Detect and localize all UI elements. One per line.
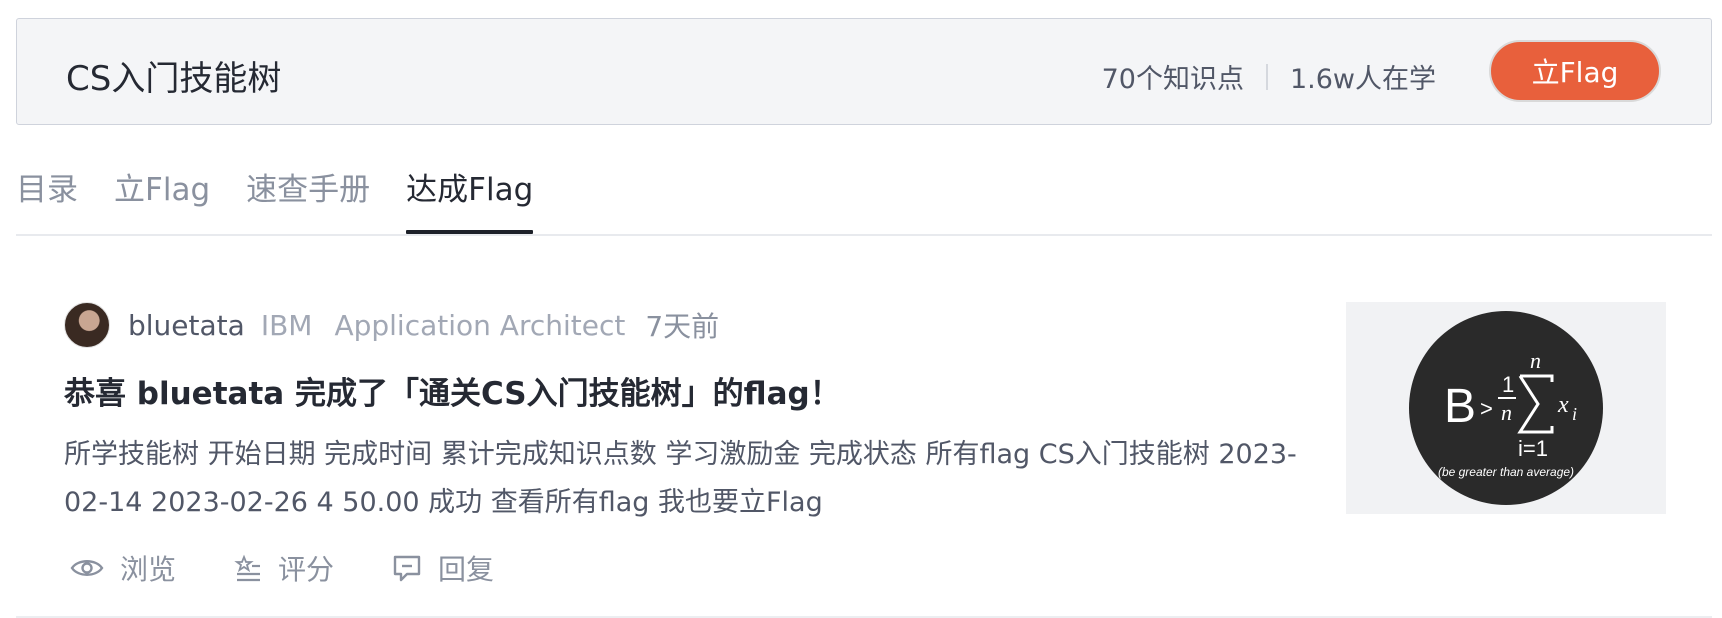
- learners-count: 1.6w人在学: [1289, 64, 1436, 95]
- view-action[interactable]: 浏览: [70, 548, 176, 588]
- reply-label: 回复: [438, 553, 495, 586]
- thumb-main-letter: B: [1444, 380, 1476, 433]
- thumb-gt: >: [1480, 396, 1493, 421]
- rate-label: 评分: [278, 553, 335, 586]
- thumb-frac-den: n: [1501, 400, 1512, 425]
- user-company: IBM: [260, 308, 313, 342]
- user-position: Application Architect: [334, 308, 626, 342]
- eye-icon: [70, 560, 104, 576]
- thumb-sum-top: n: [1530, 348, 1541, 373]
- thumbnail-image: B > 1 n n i=1 x i (be greater than avera…: [1409, 311, 1603, 505]
- tab-cheatsheet[interactable]: 速查手册: [246, 160, 370, 234]
- comment-icon: [393, 555, 421, 582]
- rating-icon: [234, 554, 261, 582]
- page-title: CS入门技能树: [66, 59, 282, 99]
- tab-bar: 目录 立Flag 速查手册 达成Flag: [16, 160, 569, 234]
- view-label: 浏览: [120, 553, 177, 586]
- thumb-frac-num: 1: [1502, 372, 1514, 397]
- header-stats: 70个知识点 1.6w人在学: [1102, 57, 1436, 96]
- stats-divider: [1265, 63, 1268, 90]
- thumb-sum-bottom: i=1: [1518, 436, 1548, 461]
- set-flag-button[interactable]: 立Flag: [1489, 40, 1661, 102]
- tab-set-flag[interactable]: 立Flag: [114, 160, 210, 234]
- post-actions: 浏览 评分 回复: [70, 548, 552, 588]
- post-thumbnail[interactable]: B > 1 n n i=1 x i (be greater than avera…: [1346, 302, 1666, 514]
- thumb-sub: i: [1572, 404, 1577, 424]
- tabs-divider: [16, 234, 1712, 236]
- tab-achieved-flag[interactable]: 达成Flag: [406, 160, 534, 234]
- tab-catalog[interactable]: 目录: [16, 160, 78, 234]
- rate-action[interactable]: 评分: [234, 548, 334, 588]
- post-body[interactable]: 所学技能树 开始日期 完成时间 累计完成知识点数 学习激励金 完成状态 所有fl…: [64, 431, 1304, 527]
- username[interactable]: bluetata: [128, 309, 245, 342]
- thumb-var: x: [1557, 392, 1569, 418]
- post-time: 7天前: [645, 310, 720, 343]
- avatar[interactable]: [64, 302, 110, 348]
- thumb-caption: (be greater than average): [1438, 465, 1574, 479]
- knowledge-points-count: 70个知识点: [1101, 64, 1244, 95]
- reply-action[interactable]: 回复: [392, 548, 494, 588]
- skill-tree-header: CS入门技能树 70个知识点 1.6w人在学 立Flag: [16, 18, 1712, 125]
